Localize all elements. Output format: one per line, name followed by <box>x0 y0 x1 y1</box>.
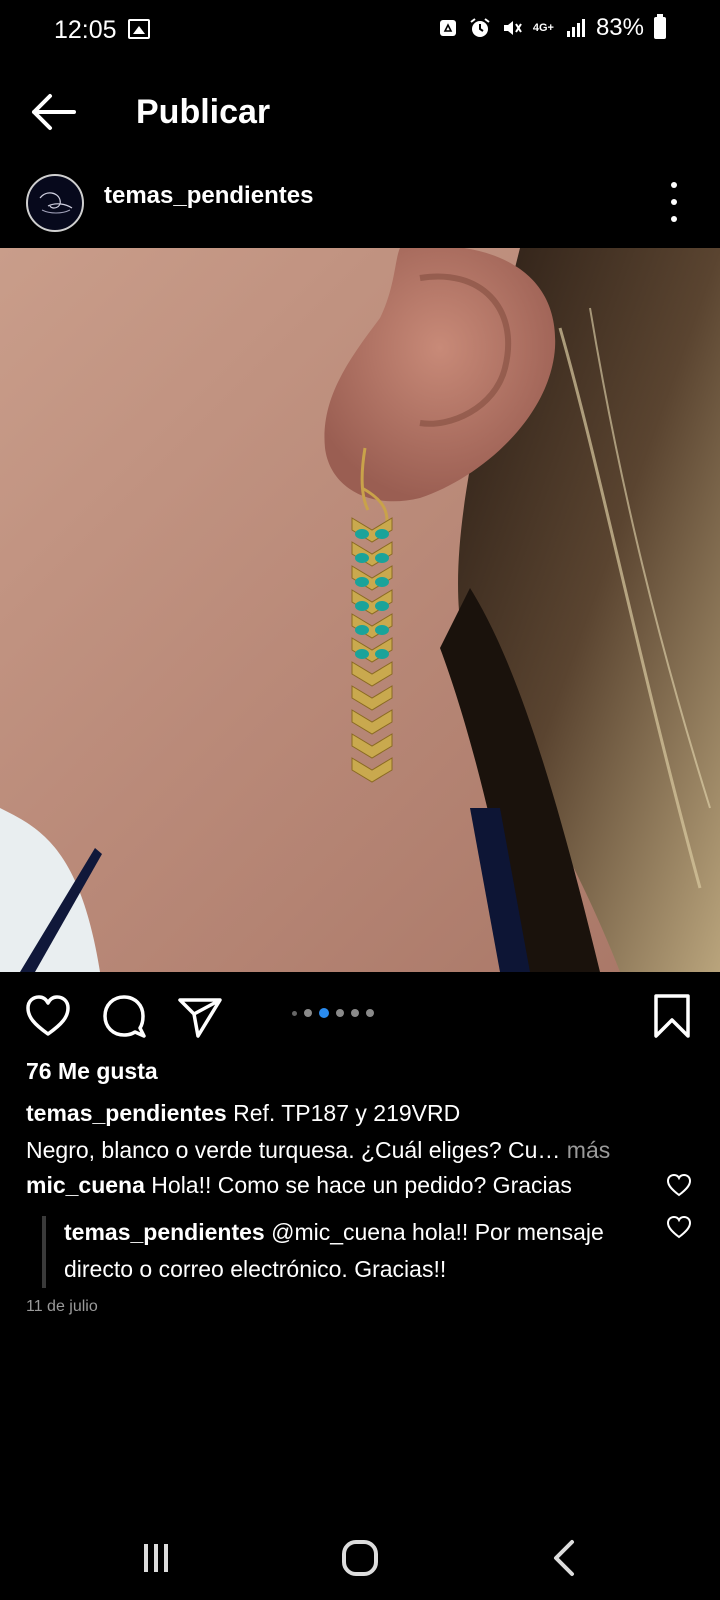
carousel-dot <box>304 1009 312 1017</box>
home-icon[interactable] <box>338 1536 382 1580</box>
carousel-dot <box>292 1010 297 1016</box>
status-time: 12:05 <box>54 16 117 44</box>
battery-icon <box>654 14 666 39</box>
back-arrow-icon[interactable] <box>24 82 84 142</box>
post-actions <box>0 980 720 1050</box>
avatar[interactable] <box>26 174 84 232</box>
comment-username[interactable]: mic_cuena <box>26 1172 145 1198</box>
reply-like-icon[interactable] <box>666 1214 692 1240</box>
post-caption: temas_pendientes Ref. TP187 y 219VRD Neg… <box>26 1095 696 1169</box>
likes-count[interactable]: 76 Me gusta <box>26 1058 158 1085</box>
caption-text-line2: Negro, blanco o verde turquesa. ¿Cuál el… <box>26 1137 561 1163</box>
alarm-icon <box>470 18 490 37</box>
more-link[interactable]: más <box>560 1137 610 1163</box>
back-nav-icon[interactable] <box>544 1536 584 1580</box>
bookmark-icon[interactable] <box>648 992 696 1040</box>
post-username[interactable]: temas_pendientes <box>104 182 313 210</box>
reply: temas_pendientes @mic_cuena hola!! Por m… <box>64 1214 624 1288</box>
recent-apps-icon[interactable] <box>136 1538 176 1578</box>
avatar-logo <box>39 192 73 214</box>
page-title: Publicar <box>136 93 271 131</box>
signal-icon <box>566 19 585 37</box>
status-icons: 4G+ 83% <box>437 14 666 42</box>
image-icon <box>128 19 150 39</box>
reply-username[interactable]: temas_pendientes <box>64 1219 265 1245</box>
post-date: 11 de julio <box>26 1298 98 1315</box>
comment-icon[interactable] <box>100 992 148 1040</box>
carousel-dot <box>351 1009 359 1017</box>
network-type: 4G+ <box>532 21 554 34</box>
more-vertical-icon[interactable] <box>664 182 684 222</box>
carousel-dot <box>366 1009 374 1017</box>
earring-photo <box>0 248 720 972</box>
heart-icon[interactable] <box>24 992 72 1040</box>
comment-text: Hola!! Como se hace un pedido? Gracias <box>151 1172 572 1198</box>
recycle-icon <box>439 20 456 36</box>
status-bar: 12:05 4G+ 83% <box>0 0 720 64</box>
post-header: temas_pendientes <box>0 164 720 248</box>
caption-username[interactable]: temas_pendientes <box>26 1100 227 1126</box>
post-image[interactable] <box>0 248 720 972</box>
comment-like-icon[interactable] <box>666 1172 692 1198</box>
share-icon[interactable] <box>176 992 224 1040</box>
carousel-dot <box>336 1009 344 1017</box>
app-bar: Publicar <box>0 64 720 164</box>
comment: mic_cuena Hola!! Como se hace un pedido?… <box>26 1172 666 1199</box>
carousel-dot-active <box>319 1008 329 1018</box>
mute-icon <box>503 21 522 35</box>
battery-percent: 83% <box>595 14 644 41</box>
system-nav-bar <box>0 1520 720 1600</box>
caption-text-line1: Ref. TP187 y 219VRD <box>233 1100 461 1126</box>
carousel-indicator <box>292 1008 374 1018</box>
reply-thread-line <box>42 1216 46 1288</box>
